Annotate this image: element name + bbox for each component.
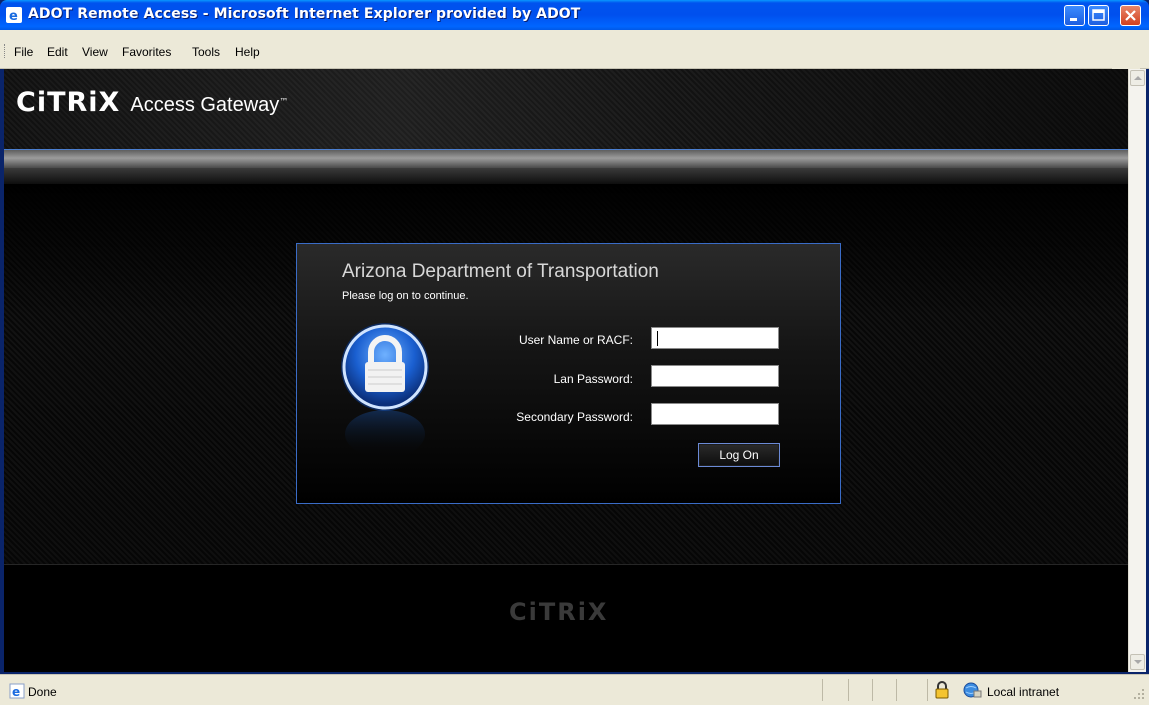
status-pane-divider — [848, 679, 849, 701]
dark-bar — [4, 168, 1128, 184]
username-input[interactable] — [651, 327, 779, 349]
footer: CiTRiX — [4, 564, 1128, 672]
scroll-up-icon — [1134, 76, 1142, 80]
status-pane-divider — [927, 679, 928, 701]
username-label: User Name or RACF: — [518, 333, 633, 347]
page-content: CiTRiX Access Gateway™ Arizona Department… — [4, 69, 1128, 672]
login-panel: Arizona Department of Transportation Ple… — [296, 243, 841, 504]
menu-favorites[interactable]: Favorites — [122, 45, 171, 59]
secondary-password-input[interactable] — [651, 403, 779, 425]
resize-grip-icon[interactable] — [1132, 687, 1146, 701]
svg-text:e: e — [12, 685, 20, 699]
text-caret — [657, 331, 658, 346]
menu-grip[interactable] — [4, 44, 7, 58]
maximize-icon — [1092, 9, 1105, 21]
secondary-password-label: Secondary Password: — [516, 410, 633, 424]
title-bar[interactable]: e ADOT Remote Access - Microsoft Interne… — [0, 0, 1149, 30]
security-zone-label: Local intranet — [987, 685, 1060, 699]
product-name: Access Gateway — [130, 94, 280, 116]
menu-file[interactable]: File — [14, 45, 33, 59]
svg-text:e: e — [9, 9, 18, 23]
minimize-button[interactable] — [1064, 5, 1085, 26]
citrix-logo: CiTRiX — [16, 87, 121, 118]
citrix-brand: CiTRiX Access Gateway™ — [16, 87, 288, 118]
minimize-icon — [1070, 18, 1077, 21]
menu-tools[interactable]: Tools — [192, 45, 220, 59]
status-pane-divider — [872, 679, 873, 701]
maximize-button[interactable] — [1088, 5, 1109, 26]
window-title: ADOT Remote Access - Microsoft Internet … — [28, 6, 581, 22]
status-pane-divider — [822, 679, 823, 701]
menu-edit[interactable]: Edit — [47, 45, 68, 59]
lock-icon — [341, 323, 429, 458]
ie-app-icon: e — [6, 7, 22, 23]
scroll-down-button[interactable] — [1130, 654, 1145, 670]
menu-view[interactable]: View — [82, 45, 108, 59]
padlock-icon[interactable] — [934, 681, 950, 699]
trademark-mark: ™ — [279, 97, 289, 108]
log-on-button[interactable]: Log On — [698, 443, 780, 467]
footer-citrix-logo: CiTRiX — [509, 598, 609, 626]
lan-password-input[interactable] — [651, 365, 779, 387]
lan-password-label: Lan Password: — [553, 372, 633, 386]
status-pane-divider — [896, 679, 897, 701]
menu-help[interactable]: Help — [235, 45, 260, 59]
silver-bar — [4, 150, 1128, 168]
close-icon — [1125, 10, 1136, 21]
status-text: Done — [28, 685, 57, 699]
menu-bar: File Edit View Favorites Tools Help — [0, 30, 1149, 93]
scroll-down-icon — [1134, 660, 1142, 664]
vertical-scrollbar[interactable] — [1128, 69, 1146, 672]
panel-subtitle: Please log on to continue. — [342, 290, 469, 302]
panel-title: Arizona Department of Transportation — [342, 261, 659, 282]
intranet-zone-icon — [963, 682, 982, 698]
browser-window: e ADOT Remote Access - Microsoft Interne… — [0, 0, 1149, 705]
status-bar: e Done Local intranet — [0, 674, 1149, 705]
scroll-up-button[interactable] — [1130, 70, 1145, 86]
page-done-icon: e — [9, 683, 25, 699]
close-button[interactable] — [1120, 5, 1141, 26]
